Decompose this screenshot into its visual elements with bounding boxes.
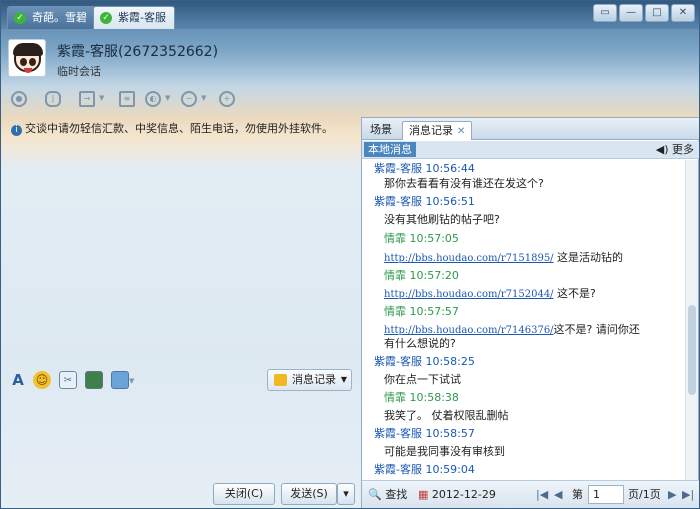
restore-button[interactable]: ▭	[593, 4, 617, 22]
message-link[interactable]: http://bbs.houdao.com/r7152044/	[384, 289, 554, 300]
speaker-icon: ◀)	[655, 143, 669, 156]
message-history-button[interactable]: 消息记录 ▼	[267, 369, 352, 391]
message-text: 我笑了。 仗着权限乱删帖	[384, 409, 509, 422]
message-header: 紫霞-客服 10:56:51	[374, 195, 475, 208]
emoji-icon[interactable]: ☺	[33, 371, 51, 389]
message-link[interactable]: http://bbs.houdao.com/r7151895/	[384, 253, 554, 264]
message-text: 没有其他刷钻的帖子吧?	[384, 213, 500, 226]
document-icon[interactable]: ≡	[119, 91, 135, 107]
scrollbar-thumb[interactable]	[688, 305, 696, 395]
message-header: 情霏 10:57:57	[384, 305, 459, 318]
avatar[interactable]	[8, 39, 46, 77]
calendar-icon: ▦	[418, 488, 429, 501]
history-footer: 🔍 查找 ▦ 2012-12-29 |◀ ◀ 第 1 页/1页 ▶ ▶|	[362, 480, 699, 508]
chevron-down-icon[interactable]: ▼	[201, 94, 206, 102]
chevron-down-icon[interactable]: ▼	[99, 94, 104, 102]
remote-assist-icon[interactable]: −	[181, 91, 197, 107]
panel-tabs: 场景 消息记录 ✕	[362, 118, 699, 140]
avatar-eye	[29, 58, 36, 66]
add-contact-icon[interactable]: +	[219, 91, 235, 107]
history-icon	[274, 374, 287, 386]
scrollbar[interactable]	[685, 160, 698, 480]
image-icon[interactable]	[85, 371, 103, 389]
mic-icon[interactable]: |	[45, 91, 61, 107]
tab-contact-2[interactable]: ✓ 紫霞-客服	[93, 6, 175, 29]
video-icon[interactable]: ●	[11, 91, 27, 107]
minimize-button[interactable]: —	[619, 4, 643, 22]
title-bar: ✓ 奇葩。雪碧 ✓ 紫霞-客服 ▭ — □ ✕	[1, 1, 699, 29]
message-list: 紫霞-客服 10:56:44 那你去看看有没有谁还在发这个? 紫霞-客服 10:56…	[362, 160, 686, 480]
chevron-down-icon: ▼	[340, 375, 347, 384]
message-text: 这不是? 请问你还	[553, 323, 640, 336]
close-button[interactable]: 关闭(C)	[213, 483, 275, 505]
page-total: 页/1页	[628, 488, 661, 501]
online-check-icon: ✓	[14, 12, 26, 24]
date-picker[interactable]: ▦ 2012-12-29	[418, 487, 496, 503]
message-header: 紫霞-客服 10:59:04	[374, 463, 475, 476]
contact-name[interactable]: 紫霞-客服(2672352662)	[57, 41, 218, 61]
message-header: 情霏 10:57:05	[384, 232, 459, 245]
send-button[interactable]: 发送(S)	[281, 483, 337, 505]
session-type: 临时会话	[57, 65, 101, 78]
page-number-input[interactable]: 1	[588, 485, 624, 504]
close-window-button[interactable]: ✕	[671, 4, 695, 22]
message-input[interactable]	[2, 393, 360, 479]
message-header: 情霏 10:57:20	[384, 269, 459, 282]
message-text: 可能是我同事没有审核到	[384, 445, 505, 458]
message-header: 紫霞-客服 10:56:44	[374, 162, 475, 175]
chevron-down-icon[interactable]: ▼	[165, 94, 170, 102]
avatar-hair	[13, 43, 43, 56]
history-panel: 场景 消息记录 ✕ 本地消息 ◀) 更多 紫霞-客服 10:56:44 那你去看看有…	[361, 117, 699, 508]
more-button[interactable]: ◀) 更多	[656, 142, 694, 158]
maximize-button[interactable]: □	[645, 4, 669, 22]
message-text: 有什么想说的?	[384, 337, 456, 350]
search-icon: 🔍	[368, 488, 382, 501]
avatar-mouth	[24, 68, 32, 73]
app-icon[interactable]: ◐	[145, 91, 161, 107]
font-icon[interactable]: A	[9, 371, 27, 389]
page-prefix: 第	[572, 488, 583, 501]
next-page-button[interactable]: ▶	[668, 487, 676, 503]
message-text: 那你去看看有没有谁还在发这个?	[384, 177, 544, 190]
message-text: 这不是?	[553, 287, 596, 300]
tab-scene[interactable]: 场景	[364, 121, 398, 140]
info-icon: i	[11, 125, 22, 136]
message-text: 这是活动钻的	[553, 251, 624, 264]
gallery-icon[interactable]	[111, 371, 129, 389]
message-header: 情霏 10:58:38	[384, 391, 459, 404]
online-check-icon: ✓	[100, 12, 112, 24]
message-link-line: http://bbs.houdao.com/r7152044/ 这不是?	[384, 285, 596, 301]
send-options-button[interactable]: ▾	[337, 483, 355, 505]
screenshot-icon[interactable]: ✂	[59, 371, 77, 389]
message-link-line: http://bbs.houdao.com/r7151895/ 这是活动钻的	[384, 249, 623, 265]
message-text: 你在点一下试试	[384, 373, 461, 386]
local-messages-button[interactable]: 本地消息	[364, 142, 416, 157]
avatar-eye	[20, 58, 27, 66]
transfer-file-icon[interactable]: →	[79, 91, 95, 107]
last-page-button[interactable]: ▶|	[682, 487, 694, 503]
prev-page-button[interactable]: ◀	[554, 487, 562, 503]
close-icon[interactable]: ✕	[457, 126, 465, 137]
chevron-down-icon[interactable]: ▼	[129, 377, 134, 385]
history-toolbar: 本地消息 ◀) 更多	[362, 141, 699, 159]
message-header: 紫霞-客服 10:58:25	[374, 355, 475, 368]
safety-notice: i 交谈中请勿轻信汇款、中奖信息、陌生电话，勿使用外挂软件。	[11, 120, 333, 136]
first-page-button[interactable]: |◀	[536, 487, 548, 503]
tab-contact-1[interactable]: ✓ 奇葩。雪碧	[7, 6, 96, 29]
message-header: 紫霞-客服 10:58:57	[374, 427, 475, 440]
tab-message-history[interactable]: 消息记录 ✕	[402, 121, 473, 140]
chat-window: ✓ 奇葩。雪碧 ✓ 紫霞-客服 ▭ — □ ✕ 紫霞-客服(2672352662) …	[0, 0, 700, 509]
find-button[interactable]: 🔍 查找	[368, 487, 407, 503]
